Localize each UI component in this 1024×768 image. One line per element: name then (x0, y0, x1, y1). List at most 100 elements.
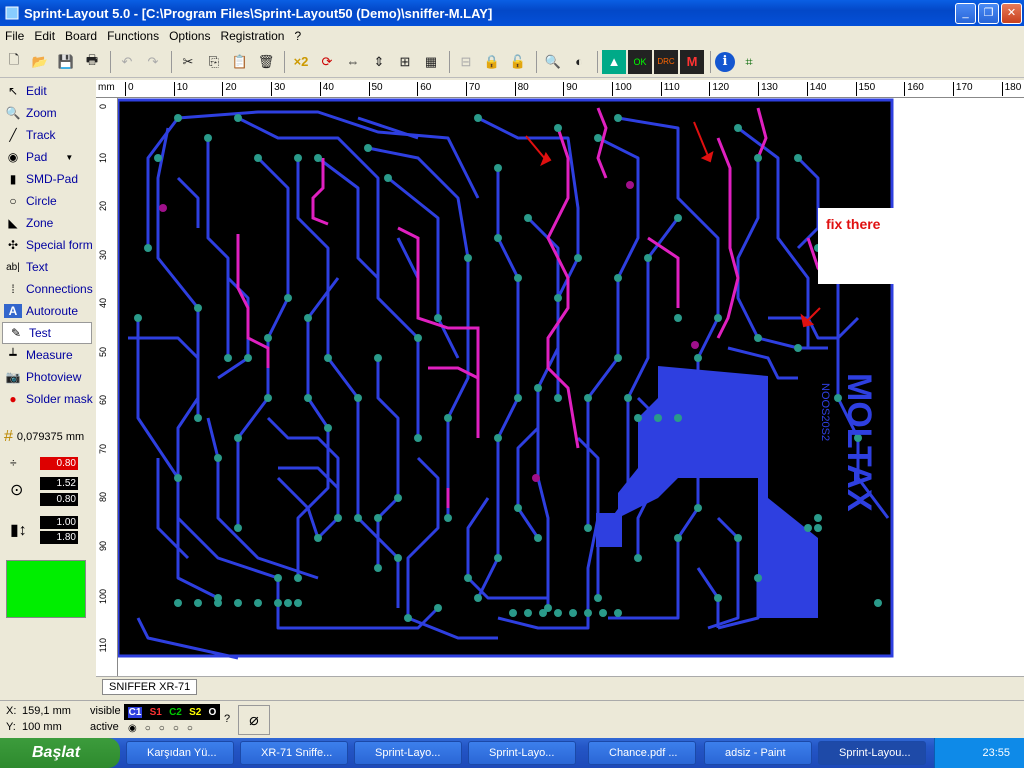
check-icon[interactable]: OK (628, 49, 652, 74)
tool-pad[interactable]: ◉ Pad ▼ (0, 146, 96, 168)
menu-board[interactable]: Board (60, 29, 102, 43)
x-coordinate: 159,1 mm (22, 705, 71, 717)
cut-icon[interactable]: ✂ (176, 50, 200, 74)
task-sprint-folder[interactable]: Sprint-Layo... (354, 741, 462, 765)
pad (204, 134, 212, 142)
active-radio-c1[interactable]: ◉ (128, 723, 137, 734)
task-sprint-layout-2[interactable]: Sprint-Layou... (818, 741, 926, 765)
mirror-v-icon[interactable]: ⇕ (367, 50, 391, 74)
tool-label: Special form (26, 238, 93, 252)
layer-tool-icon[interactable]: ⌀ (238, 705, 270, 735)
tool-autoroute[interactable]: A Autoroute (0, 300, 96, 322)
save-icon[interactable]: 💾 (54, 50, 78, 74)
tool-text[interactable]: ab| Text (0, 256, 96, 278)
tool-circle[interactable]: ○ Circle (0, 190, 96, 212)
layer-c1[interactable]: C1 (127, 706, 143, 718)
copy-icon[interactable]: ⎘ (202, 50, 226, 74)
tool-smd-pad[interactable]: ▮ SMD-Pad (0, 168, 96, 190)
delete-icon[interactable]: 🗑 (254, 50, 278, 74)
menu-help[interactable]: ? (289, 29, 306, 43)
component-icon[interactable]: ▲ (602, 49, 626, 74)
pcb-layout[interactable]: MOLTAX NOOS20S2 fix there (116, 98, 1024, 676)
tool-test[interactable]: ✎ Test (2, 322, 92, 344)
unlock-icon[interactable]: 🔓 (506, 50, 530, 74)
group-icon[interactable]: ▦ (419, 50, 443, 74)
tool-label: Edit (26, 84, 47, 98)
start-button[interactable]: Başlat (0, 738, 120, 768)
undo-icon[interactable]: ↶ (115, 50, 139, 74)
layer-c2[interactable]: C2 (169, 707, 182, 718)
zoom-icon[interactable]: 🔍 (541, 50, 565, 74)
minimize-button[interactable]: _ (955, 3, 976, 24)
tool-special-form[interactable]: ✣ Special form (0, 234, 96, 256)
menu-file[interactable]: File (0, 29, 29, 43)
tool-zoom[interactable]: 🔍 Zoom (0, 102, 96, 124)
drc-icon[interactable]: DRC (654, 49, 678, 74)
tool-edit[interactable]: ↖ Edit (0, 80, 96, 102)
active-radio-o[interactable]: ○ (187, 723, 193, 734)
menu-registration[interactable]: Registration (215, 29, 289, 43)
board-canvas[interactable]: MOLTAX NOOS20S2 fix there (116, 98, 1024, 676)
dropdown-arrow-icon[interactable]: ▼ (65, 153, 73, 162)
task-xr71[interactable]: XR-71 Sniffe... (240, 741, 348, 765)
pad (614, 609, 622, 617)
layer-o[interactable]: O (209, 707, 217, 718)
magnifier-icon: 🔍 (5, 106, 21, 120)
smd-height-field[interactable]: 1.80 (40, 531, 78, 544)
close-button[interactable]: ✕ (1001, 3, 1022, 24)
menu-functions[interactable]: Functions (102, 29, 164, 43)
restore-button[interactable]: ❐ (978, 3, 999, 24)
smd-width-field[interactable]: 1.00 (40, 516, 78, 529)
tool-photoview[interactable]: 📷 Photoview (0, 366, 96, 388)
tool-measure[interactable]: ┷ Measure (0, 344, 96, 366)
pad (434, 314, 442, 322)
tool-solder-mask[interactable]: ● Solder mask (0, 388, 96, 410)
layer-color-swatch[interactable] (6, 560, 86, 618)
pad-inner-field[interactable]: 0.80 (40, 493, 78, 506)
mirror-h-icon[interactable]: ⇔ (341, 50, 365, 74)
grid-setting[interactable]: # 0,079375 mm (4, 428, 84, 446)
lock-icon[interactable]: 🔒 (480, 50, 504, 74)
menu-edit[interactable]: Edit (29, 29, 60, 43)
layer-s2[interactable]: S2 (189, 707, 201, 718)
ruler-left-tick: 20 (98, 201, 108, 212)
tool-zone[interactable]: ◣ Zone (0, 212, 96, 234)
ruler-left-tick: 90 (98, 540, 108, 551)
crop-icon[interactable]: ⌗ (737, 50, 761, 74)
tab-sniffer[interactable]: SNIFFER XR-71 (102, 679, 198, 695)
toolbar: 🗋 📂 💾 🖶 ↶ ↷ ✂ ⎘ 📋 🗑 ×2 ⟳ ⇔ ⇕ ⊞ ▦ ⊟ 🔒 🔓 🔍… (0, 46, 1024, 78)
tool-track[interactable]: ╱ Track (0, 124, 96, 146)
pad (534, 384, 542, 392)
active-radio-s2[interactable]: ○ (173, 723, 179, 734)
new-icon[interactable]: 🗋 (2, 50, 26, 74)
tool-connections[interactable]: ⁞ Connections (0, 278, 96, 300)
task-paint[interactable]: adsiz - Paint (704, 741, 812, 765)
tool-label: Connections (26, 282, 93, 296)
rotate-icon[interactable]: ⟳ (315, 50, 339, 74)
pad (304, 314, 312, 322)
macro-icon[interactable]: M (680, 49, 704, 74)
track-width-field[interactable]: 0.80 (40, 457, 78, 470)
active-layer-radios: ◉ ○ ○ ○ ○ (128, 723, 193, 734)
active-radio-c2[interactable]: ○ (159, 723, 165, 734)
layer-help[interactable]: ? (224, 713, 230, 725)
task-karsidan[interactable]: Karşıdan Yü... (126, 741, 234, 765)
duplicate-icon[interactable]: ×2 (289, 50, 313, 74)
info-icon[interactable]: i (715, 51, 735, 72)
pad (244, 354, 252, 362)
menu-options[interactable]: Options (164, 29, 215, 43)
layer-s1[interactable]: S1 (150, 707, 162, 718)
redo-icon[interactable]: ↷ (141, 50, 165, 74)
align-icon[interactable]: ⊞ (393, 50, 417, 74)
active-radio-s1[interactable]: ○ (145, 723, 151, 734)
print-icon[interactable]: 🖶 (80, 50, 104, 74)
task-sprint-layout-1[interactable]: Sprint-Layo... (468, 741, 576, 765)
tool-label: Circle (26, 194, 57, 208)
ruler-top-tick: 40 (319, 82, 334, 96)
ungroup-icon[interactable]: ⊟ (454, 50, 478, 74)
contrast-icon[interactable]: ◐ (567, 50, 591, 74)
pad-outer-field[interactable]: 1.52 (40, 477, 78, 490)
task-chance-pdf[interactable]: Chance.pdf ... (588, 741, 696, 765)
open-icon[interactable]: 📂 (28, 50, 52, 74)
paste-icon[interactable]: 📋 (228, 50, 252, 74)
